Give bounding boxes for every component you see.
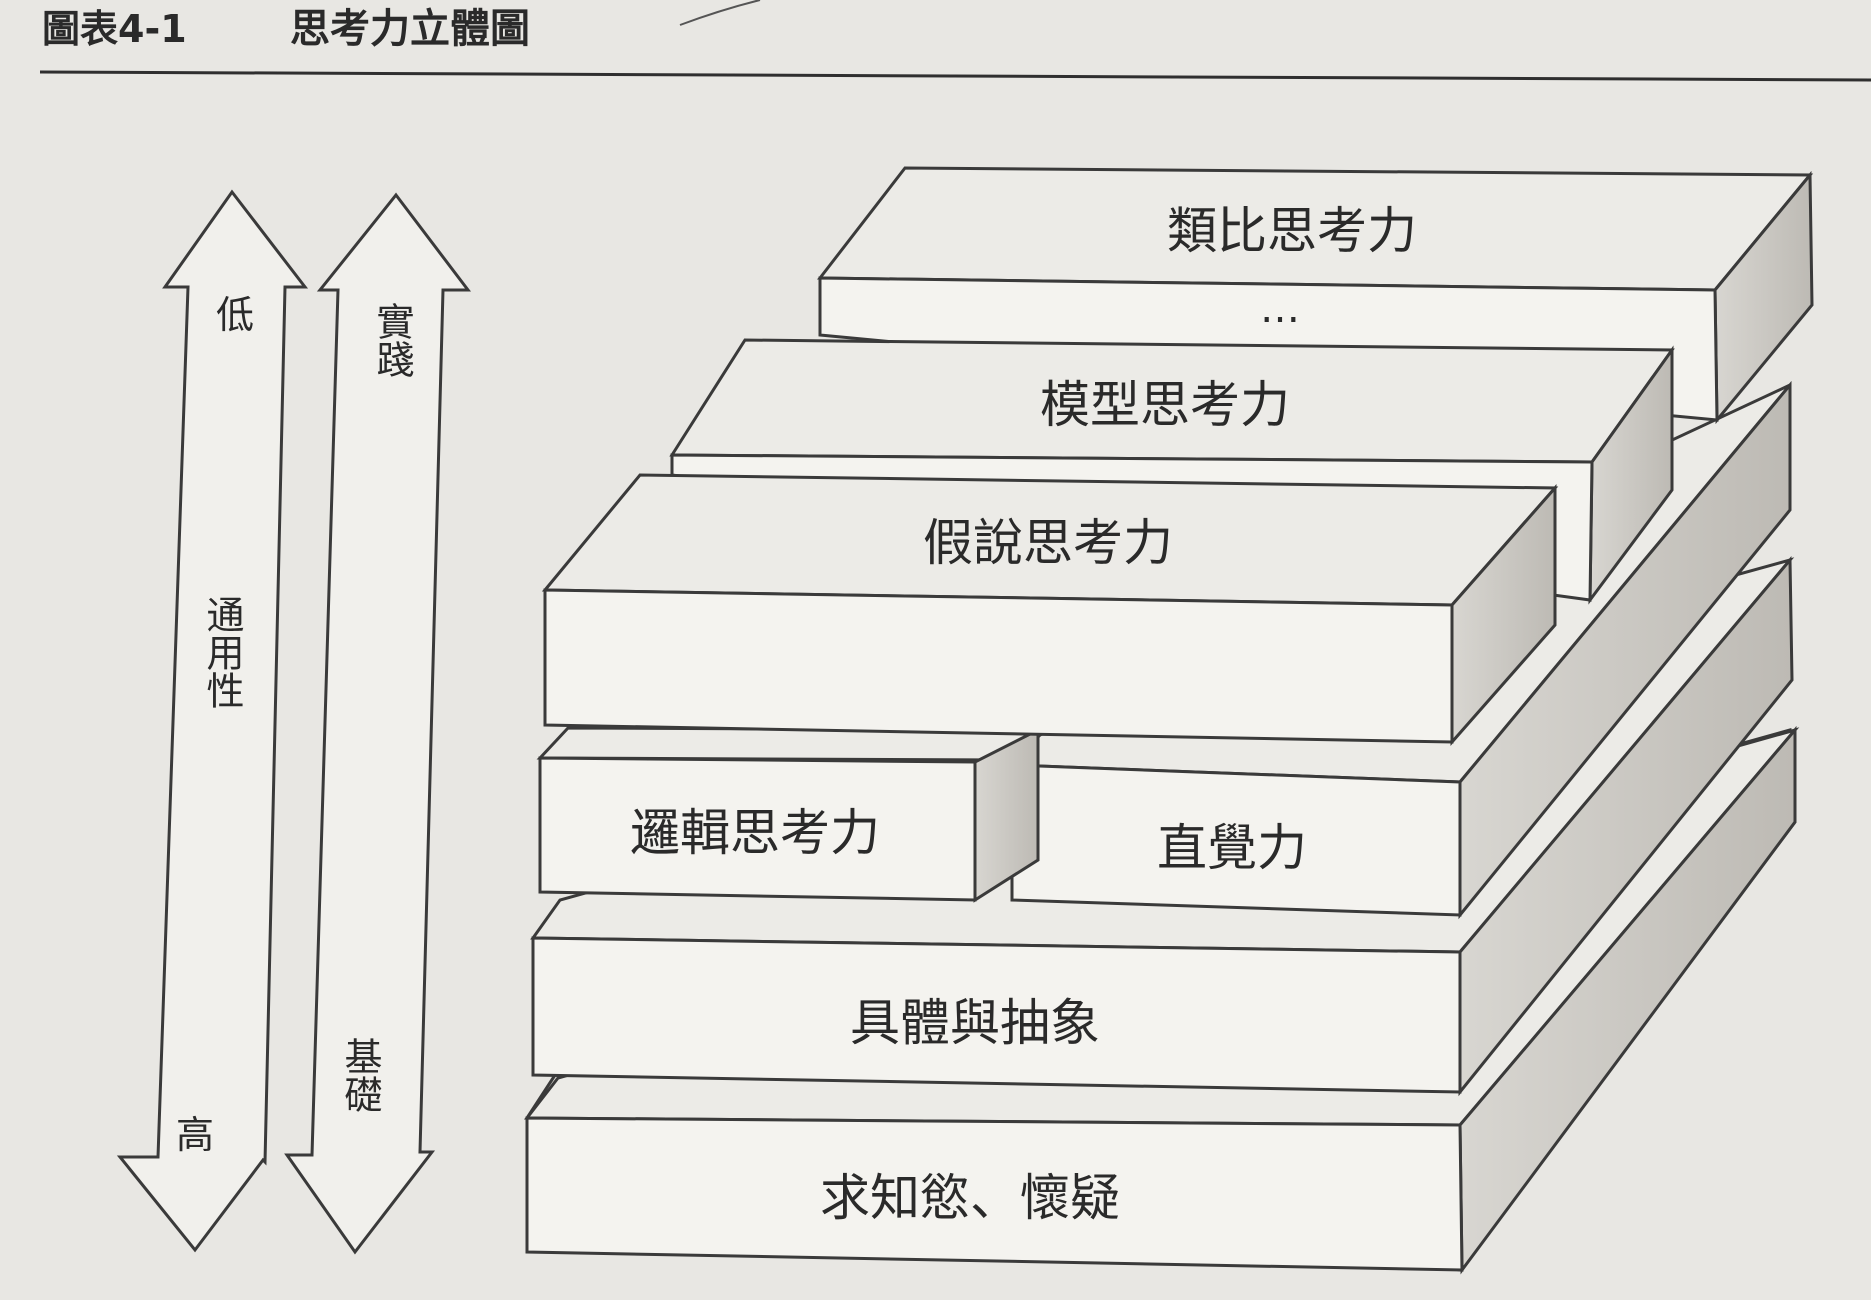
model-label: 模型思考力 xyxy=(1040,376,1290,434)
hypothesis-label: 假說思考力 xyxy=(923,514,1173,572)
pen-mark xyxy=(679,0,761,26)
layer-logical: 邏輯思考力 xyxy=(536,726,1042,903)
layer-hypothesis: 假說思考力 xyxy=(541,473,1559,746)
analogy-label: 類比思考力 xyxy=(1167,202,1417,260)
generality-label: 通用性 xyxy=(200,595,244,709)
practice-arrow: 實踐 基礎 xyxy=(284,192,472,1255)
thinking-ability-3d-diagram: 圖表4-1 思考力立體圖 低 通用性 高 實踐 基礎 求知慾、懷疑 具體與抽象 … xyxy=(0,0,1871,1300)
figure-title: 思考力立體圖 xyxy=(290,6,530,52)
generality-bottom-label: 高 xyxy=(176,1113,214,1157)
diagram-canvas: 圖表4-1 思考力立體圖 低 通用性 高 實踐 基礎 求知慾、懷疑 具體與抽象 … xyxy=(39,0,1871,1275)
intuition-label: 直覺力 xyxy=(1157,819,1307,877)
practice-label: 實踐 xyxy=(370,302,414,378)
curiosity-label: 求知慾、懷疑 xyxy=(820,1169,1120,1227)
foundation-label: 基礎 xyxy=(338,1037,382,1113)
ellipsis-label: … xyxy=(1260,286,1300,332)
header-divider xyxy=(39,70,1871,82)
concrete-abstract-label: 具體與抽象 xyxy=(850,994,1100,1052)
figure-number: 圖表4-1 xyxy=(42,7,187,51)
generality-top-label: 低 xyxy=(216,293,254,337)
logical-label: 邏輯思考力 xyxy=(630,804,880,862)
generality-arrow: 低 通用性 高 xyxy=(116,189,309,1253)
figure-header: 圖表4-1 思考力立體圖 xyxy=(39,0,1871,82)
